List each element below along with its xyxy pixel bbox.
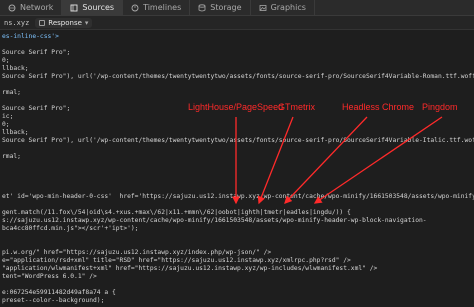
tab-storage-label: Storage [210, 3, 242, 12]
tab-timelines-label: Timelines [143, 3, 182, 12]
tab-timelines[interactable]: Timelines [123, 0, 191, 15]
graphics-icon [259, 4, 266, 11]
code-line: preset--color--background); [2, 297, 105, 304]
code-line: llback; [2, 65, 29, 72]
annotation-gtmetrix: GTmetrix [278, 102, 315, 112]
code-line: Source Serif Pro"), url('/wp-content/the… [2, 73, 474, 80]
code-line: s://sajuzu.us12.instawp.xyz/wp-content/c… [2, 217, 427, 224]
code-line: rmal; [2, 89, 21, 96]
code-line: es-inline-css'> [2, 33, 59, 40]
source-file-bar: ns.xyz Response ▾ [0, 16, 474, 30]
network-icon [8, 4, 16, 11]
tab-graphics-label: Graphics [270, 3, 306, 12]
annotation-pingdom: Pingdom [422, 102, 458, 112]
tab-sources[interactable]: Sources [62, 0, 124, 15]
code-line: Source Serif Pro"), url('/wp-content/the… [2, 137, 474, 144]
code-line: rmal; [2, 153, 21, 160]
code-line: et' id='wpo-min-header-0-css' href='http… [2, 193, 474, 200]
code-line: Source Serif Pro"; [2, 49, 71, 56]
code-line: "application/wlwmanifest+xml" href="http… [2, 265, 378, 272]
chevron-down-icon: ▾ [84, 18, 89, 27]
code-line: 0; [2, 121, 10, 128]
resource-url[interactable]: ns.xyz [4, 19, 29, 27]
document-icon [39, 19, 46, 26]
storage-icon [198, 3, 206, 11]
response-dropdown[interactable]: Response ▾ [35, 17, 93, 28]
source-code-view[interactable]: es-inline-css'> Source Serif Pro"; 0; llbac… [0, 31, 474, 307]
sources-icon [70, 4, 78, 11]
tab-graphics[interactable]: Graphics [251, 0, 315, 15]
code-line: e:067254e59911482d49af8a74 a { [2, 289, 116, 296]
tab-network-label: Network [20, 3, 54, 12]
code-line: e="application/rsd+xml" title="RSD" href… [2, 257, 351, 264]
code-line: llback; [2, 129, 29, 136]
code-line: gent.match(/11.fox\/54|oid\s4.+xus.+max\… [2, 209, 351, 216]
code-line: tent="WordPress 6.0.1" /> [2, 273, 97, 280]
timelines-icon [131, 4, 139, 11]
code-line: Source Serif Pro"; [2, 105, 71, 112]
tab-storage[interactable]: Storage [190, 0, 251, 15]
code-line: bca4cc80ffcd.min.js"></scr'+'ipt>'); [2, 225, 139, 232]
tab-network[interactable]: Network [0, 0, 63, 15]
devtools-tab-bar: Network Sources Timelines Storage Graphi… [0, 0, 474, 16]
response-label: Response [48, 18, 82, 27]
annotation-headless-chrome: Headless Chrome [342, 102, 415, 112]
code-line: ic; [2, 113, 14, 120]
tab-sources-label: Sources [82, 3, 115, 12]
annotation-lighthouse-pagespeed: LightHouse/PageSpeed [188, 102, 284, 112]
code-line: pi.w.org/" href="https://sajuzu.us12.ins… [2, 249, 272, 256]
code-line: 0; [2, 57, 10, 64]
